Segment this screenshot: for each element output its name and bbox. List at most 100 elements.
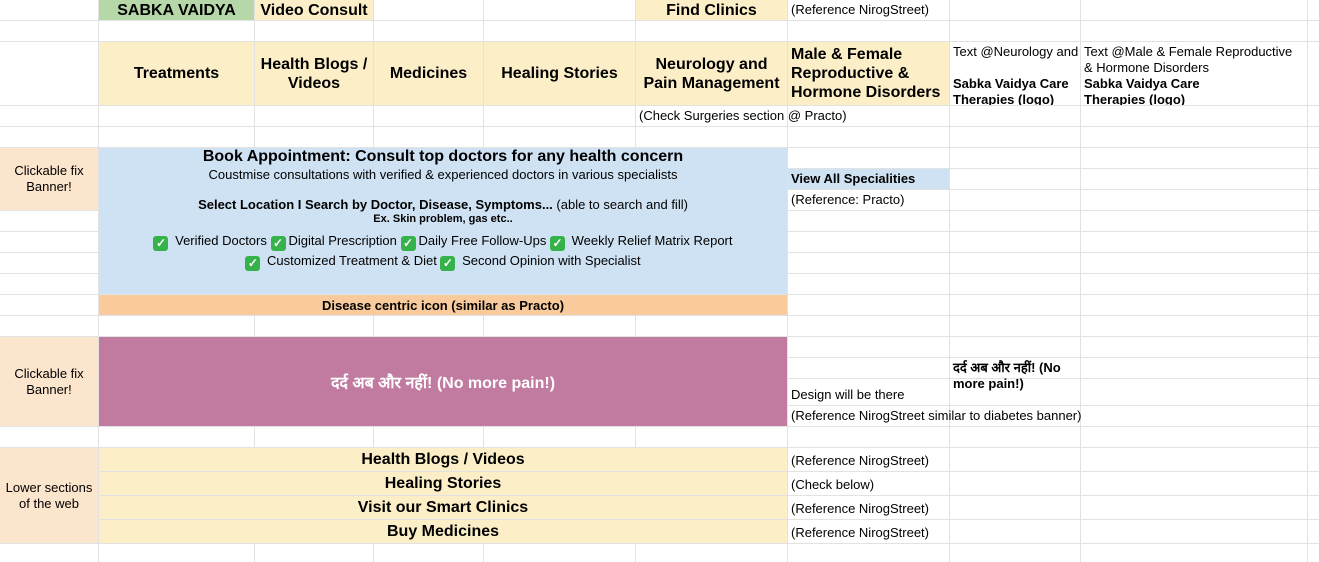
lower-section-reference: (Reference NirogStreet) bbox=[788, 453, 949, 471]
grid-line bbox=[0, 426, 1319, 427]
disease-icon-bar[interactable]: Disease centric icon (similar as Practo) bbox=[99, 295, 787, 315]
healing-stories-cell[interactable]: Healing Stories bbox=[484, 42, 635, 105]
lower-sections-label: Lower sections of the web bbox=[0, 448, 98, 543]
surgeries-note: (Check Surgeries section @ Practo) bbox=[636, 108, 956, 126]
design-note-text: Design will be there bbox=[791, 387, 905, 402]
health-blogs-label-2: Videos bbox=[287, 74, 341, 92]
no-more-pain-text: दर्द अब और नहीं! (No more pain!) bbox=[330, 374, 556, 392]
lower-section-reference-text: (Check below) bbox=[791, 477, 875, 492]
book-appointment-banner[interactable]: Book Appointment: Consult top doctors fo… bbox=[99, 148, 787, 294]
reference-text: (Reference NirogStreet) bbox=[791, 2, 929, 17]
features-row-2: ✓ Customized Treatment & Diet ✓ Second O… bbox=[99, 251, 787, 271]
grid-line bbox=[0, 105, 1319, 106]
male-female-label-3: Hormone Disorders bbox=[791, 84, 941, 101]
diabetes-banner-reference: (Reference NirogStreet similar to diabet… bbox=[788, 408, 1128, 426]
feature-item: Weekly Relief Matrix Report bbox=[571, 233, 733, 248]
reference-note: (Reference NirogStreet) bbox=[788, 2, 1028, 20]
lower-section-smart-clinics[interactable]: Visit our Smart Clinics bbox=[99, 496, 787, 519]
male-female-cell[interactable]: Male & Female Reproductive & Hormone Dis… bbox=[788, 42, 949, 105]
check-icon: ✓ bbox=[153, 236, 169, 251]
care-therapies-mf-1: Sabka Vaidya Care bbox=[1084, 76, 1200, 91]
side-label-2: Banner! bbox=[26, 179, 72, 194]
male-female-label-2: Reproductive & bbox=[791, 65, 910, 82]
lower-section-label: Health Blogs / Videos bbox=[361, 451, 525, 468]
lower-section-health-blogs[interactable]: Health Blogs / Videos bbox=[99, 448, 787, 471]
practo-reference: (Reference: Practo) bbox=[788, 192, 949, 210]
grid-line bbox=[0, 20, 1319, 21]
treatments-label: Treatments bbox=[133, 65, 220, 82]
treatments-cell[interactable]: Treatments bbox=[99, 42, 254, 105]
video-consult-label: Video Consult bbox=[260, 1, 368, 19]
care-therapies-mf-2: Therapies (logo) bbox=[1084, 92, 1186, 105]
text-neurology-cell: Text @Neurology and Sabka Vaidya Care Th… bbox=[950, 44, 1080, 105]
side-label-2: Banner! bbox=[26, 381, 72, 397]
lower-section-reference: (Reference NirogStreet) bbox=[788, 501, 949, 519]
disease-icon-label: Disease centric icon (similar as Practo) bbox=[321, 297, 565, 313]
view-all-specialities-button[interactable]: View All Specialities bbox=[788, 169, 949, 189]
check-icon: ✓ bbox=[400, 236, 416, 251]
neurology-cell[interactable]: Neurology and Pain Management bbox=[636, 42, 787, 105]
lower-section-label: Visit our Smart Clinics bbox=[357, 499, 529, 516]
video-consult-cell[interactable]: Video Consult bbox=[255, 0, 373, 20]
sabka-vaidya-cell[interactable]: SABKA VAIDYA bbox=[99, 0, 254, 20]
check-icon: ✓ bbox=[550, 236, 565, 251]
medicines-cell[interactable]: Medicines bbox=[374, 42, 483, 105]
feature-item: Verified Doctors bbox=[175, 233, 267, 248]
side-label-1: Lower sections bbox=[5, 479, 93, 495]
no-more-pain-banner[interactable]: दर्द अब और नहीं! (No more pain!) bbox=[99, 337, 787, 426]
care-therapies-neuro-2: Therapies (logo) bbox=[953, 92, 1055, 105]
features-row-1: ✓ Verified Doctors ✓ Digital Prescription… bbox=[99, 231, 787, 251]
practo-reference-text: (Reference: Practo) bbox=[791, 192, 905, 207]
find-clinics-cell[interactable]: Find Clinics bbox=[636, 0, 787, 20]
neurology-label-1: Neurology and bbox=[655, 55, 768, 73]
no-more-pain-note: दर्द अब और नहीं! (No more pain!) bbox=[950, 360, 1080, 400]
surgeries-note-text: (Check Surgeries section @ Practo) bbox=[639, 108, 847, 123]
search-example: Ex. Skin problem, gas etc.. bbox=[373, 213, 513, 225]
diabetes-banner-reference-text: (Reference NirogStreet similar to diabet… bbox=[791, 408, 1082, 423]
lower-section-reference: (Reference NirogStreet) bbox=[788, 525, 949, 543]
search-rest: (able to search and fill) bbox=[552, 197, 688, 212]
side-label-2: of the web bbox=[19, 495, 79, 511]
health-blogs-label-1: Health Blogs / bbox=[260, 55, 368, 73]
sabka-vaidya-label: SABKA VAIDYA bbox=[117, 1, 236, 19]
healing-stories-label: Healing Stories bbox=[501, 65, 618, 82]
text-male-female-cell: Text @Male & Female Reproductive & Hormo… bbox=[1081, 44, 1307, 105]
text-male-female-2: & Hormone Disorders bbox=[1084, 60, 1209, 75]
feature-item: Second Opinion with Specialist bbox=[462, 253, 641, 268]
no-more-pain-note-1: दर्द अब और नहीं! (No bbox=[953, 360, 1061, 375]
text-male-female-1: Text @Male & Female Reproductive bbox=[1084, 44, 1293, 59]
lower-section-reference: (Check below) bbox=[788, 477, 949, 495]
medicines-label: Medicines bbox=[389, 65, 468, 82]
check-icon: ✓ bbox=[270, 236, 286, 251]
side-label-1: Clickable fix bbox=[14, 365, 84, 381]
no-more-pain-note-2: more pain!) bbox=[953, 376, 1024, 391]
check-icon: ✓ bbox=[245, 256, 261, 271]
lower-section-label: Healing Stories bbox=[384, 475, 502, 492]
grid-line bbox=[0, 543, 1319, 544]
clickable-banner-label: Clickable fix Banner! bbox=[0, 148, 98, 210]
feature-item: Daily Free Follow-Ups bbox=[418, 233, 547, 248]
health-blogs-cell[interactable]: Health Blogs / Videos bbox=[255, 42, 373, 105]
text-neurology: Text @Neurology and bbox=[953, 44, 1079, 59]
side-label-1: Clickable fix bbox=[14, 163, 84, 178]
banner-title: Book Appointment: Consult top doctors fo… bbox=[202, 148, 684, 165]
care-therapies-neuro-1: Sabka Vaidya Care bbox=[953, 76, 1069, 91]
lower-section-healing-stories[interactable]: Healing Stories bbox=[99, 472, 787, 495]
neurology-label-2: Pain Management bbox=[643, 74, 780, 92]
lower-section-reference-text: (Reference NirogStreet) bbox=[791, 453, 929, 468]
banner-subtitle: Coustmise consultations with verified & … bbox=[208, 167, 678, 182]
feature-item: Customized Treatment & Diet bbox=[267, 253, 437, 268]
lower-section-label: Buy Medicines bbox=[386, 523, 500, 540]
check-icon: ✓ bbox=[440, 256, 456, 271]
find-clinics-label: Find Clinics bbox=[666, 1, 757, 19]
design-note: Design will be there bbox=[788, 387, 949, 405]
grid-line bbox=[1307, 0, 1308, 562]
lower-section-buy-medicines[interactable]: Buy Medicines bbox=[99, 520, 787, 543]
search-line[interactable]: Select Location I Search by Doctor, Dise… bbox=[99, 197, 787, 213]
search-bold: Select Location I Search by Doctor, Dise… bbox=[198, 197, 553, 212]
male-female-label-1: Male & Female bbox=[791, 46, 903, 63]
lower-section-reference-text: (Reference NirogStreet) bbox=[791, 501, 929, 516]
grid-line bbox=[0, 126, 1319, 127]
clickable-banner-label-2: Clickable fix Banner! bbox=[0, 337, 98, 426]
grid-line bbox=[0, 315, 1319, 316]
